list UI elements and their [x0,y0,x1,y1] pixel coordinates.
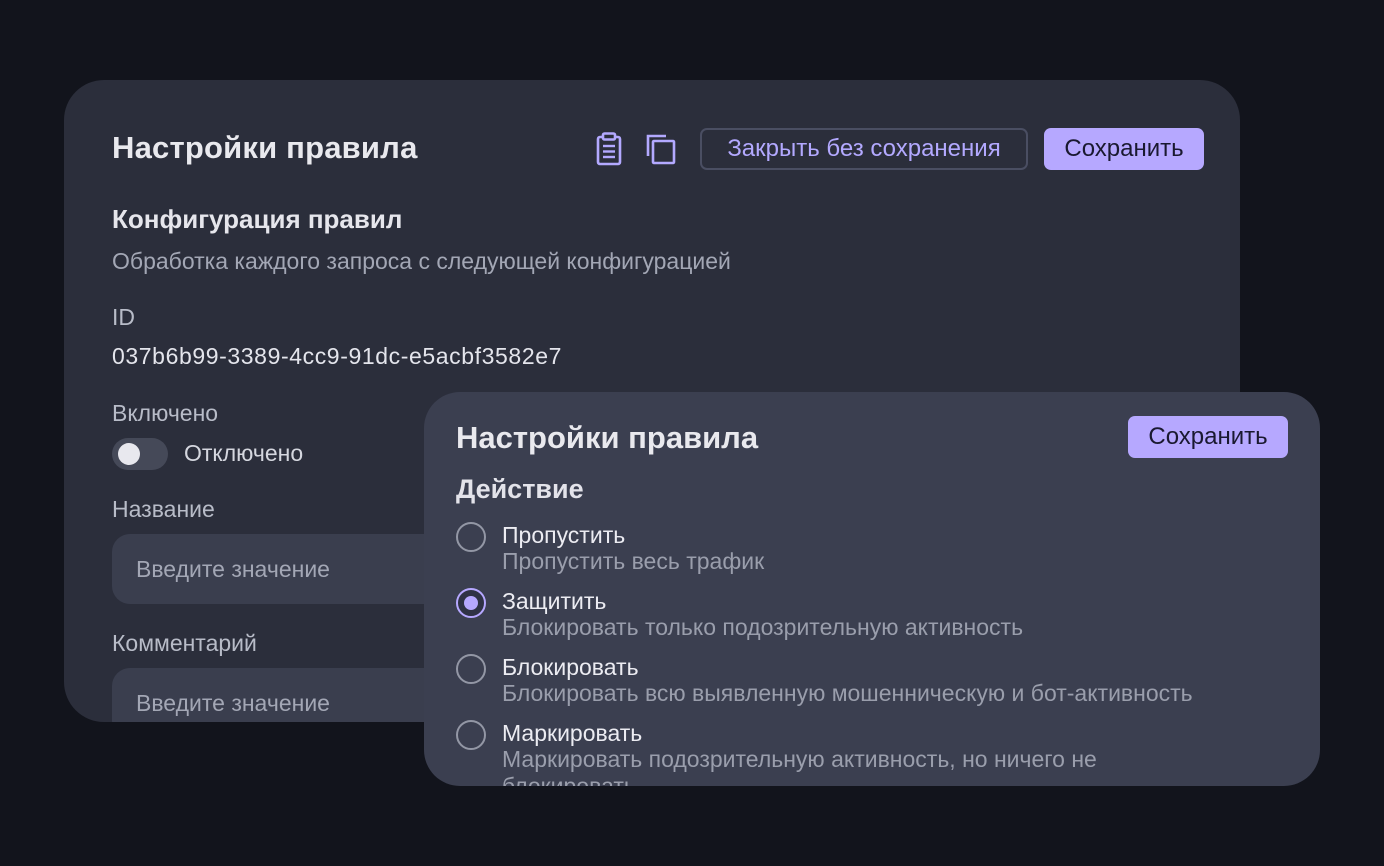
enabled-label: Включено [112,400,219,426]
toggle-state-text: Отключено [184,440,304,466]
toggle-knob [118,443,140,465]
radio-label: Маркировать [502,720,643,746]
section-title: Конфигурация правил [112,204,403,234]
panel-title: Настройки правила [112,130,418,165]
radio-option-block[interactable]: Блокировать Блокировать всю выявленную м… [456,654,1296,714]
radio-description: Пропустить весь трафик [502,548,765,574]
radio-option-allow[interactable]: Пропустить Пропустить весь трафик [456,522,1296,582]
radio-description: Блокировать только подозрительную активн… [502,614,1024,640]
panel-title: Настройки правила [456,420,759,455]
radio-button[interactable] [456,654,486,684]
radio-option-protect[interactable]: Защитить Блокировать только подозрительн… [456,588,1296,648]
radio-button[interactable] [456,720,486,750]
enabled-toggle[interactable] [112,438,168,470]
radio-button-selected[interactable] [456,588,486,618]
comment-label: Комментарий [112,630,257,656]
section-subtitle: Обработка каждого запроса с следующей ко… [112,248,731,274]
radio-label: Защитить [502,588,607,614]
radio-button[interactable] [456,522,486,552]
save-button[interactable]: Сохранить [1128,416,1288,458]
id-value: 037b6b99-3389-4cc9-91dc-e5acbf3582e7 [112,343,562,369]
save-button[interactable]: Сохранить [1044,128,1204,170]
radio-label: Блокировать [502,654,639,680]
close-without-saving-button[interactable]: Закрыть без сохранения [700,128,1028,170]
clipboard-icon[interactable] [594,132,624,166]
action-settings-panel: Настройки правила Сохранить Действие Про… [424,392,1320,786]
copy-icon[interactable] [644,132,676,166]
radio-label: Пропустить [502,522,626,548]
id-label: ID [112,304,135,330]
radio-option-mark[interactable]: Маркировать Маркировать подозрительную а… [456,720,1296,786]
name-label: Название [112,496,215,522]
radio-description: Блокировать всю выявленную мошенническую… [502,680,1193,706]
action-title: Действие [456,474,584,504]
page: Настройки правила Закрыть без сохранения… [0,0,1384,866]
radio-description: Маркировать подозрительную активность, н… [502,746,1097,786]
